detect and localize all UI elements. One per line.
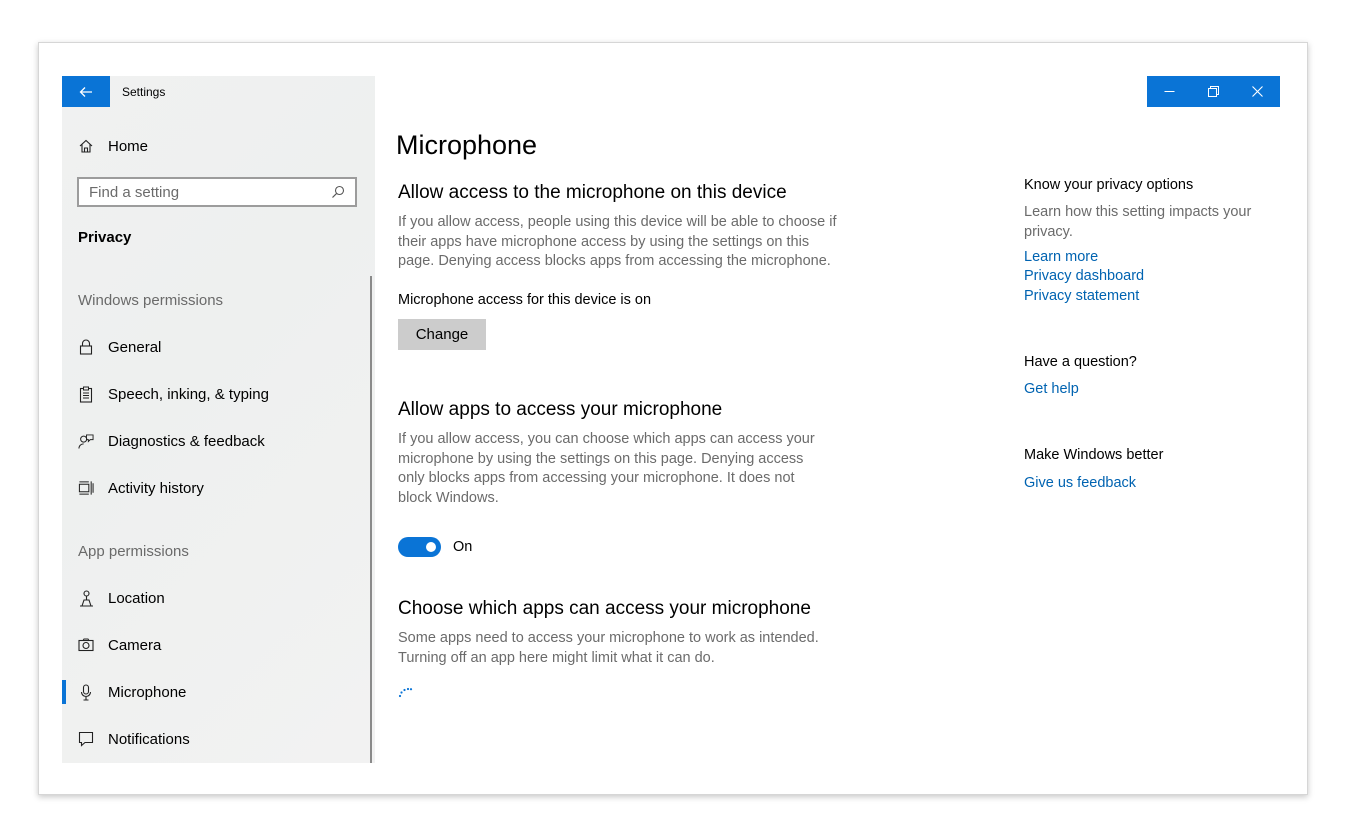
question-heading: Have a question? (1024, 354, 1137, 370)
make-windows-better-heading: Make Windows better (1024, 447, 1164, 463)
group-label-windows-permissions: Windows permissions (78, 292, 224, 309)
loading-spinner-icon (398, 685, 414, 704)
sidebar-item-label: Microphone (108, 683, 187, 701)
close-icon (1252, 86, 1264, 97)
privacy-statement-link[interactable]: Privacy statement (1024, 288, 1139, 304)
arrow-left-icon (79, 86, 92, 97)
close-button[interactable] (1236, 76, 1280, 107)
app-access-heading: Allow apps to access your microphone (398, 399, 723, 420)
window-controls (1147, 76, 1280, 107)
search-placeholder: Find a setting (89, 183, 180, 201)
toggle-state-label: On (453, 539, 473, 555)
sidebar-item-label: Speech, inking, & typing (108, 385, 269, 403)
choose-apps-description: Some apps need to access your microphone… (398, 630, 819, 666)
sidebar-item-microphone[interactable]: Microphone (78, 683, 186, 701)
sidebar-item-diagnostics[interactable]: Diagnostics & feedback (78, 432, 265, 450)
toggle-knob (426, 542, 436, 552)
privacy-options-description: Learn how this setting impacts your priv… (1024, 204, 1252, 240)
clipboard-icon (78, 385, 94, 403)
app-access-description: If you allow access, you can choose whic… (398, 431, 815, 507)
sidebar-item-label: Diagnostics & feedback (108, 432, 265, 450)
sidebar-item-general[interactable]: General (78, 338, 161, 356)
section-title-privacy: Privacy (78, 229, 132, 246)
home-icon (78, 137, 94, 155)
timeline-icon (78, 479, 94, 497)
sidebar-item-notifications[interactable]: Notifications (78, 730, 190, 748)
location-person-icon (78, 589, 94, 607)
restore-icon (1207, 86, 1219, 97)
choose-apps-heading: Choose which apps can access your microp… (398, 598, 811, 619)
app-access-toggle[interactable] (398, 537, 441, 557)
device-access-description: If you allow access, people using this d… (398, 214, 837, 270)
minimize-icon (1164, 91, 1175, 92)
learn-more-link[interactable]: Learn more (1024, 249, 1098, 265)
sidebar-scrollbar[interactable] (370, 276, 372, 763)
page-title: Microphone (396, 130, 538, 160)
device-access-heading: Allow access to the microphone on this d… (398, 182, 787, 203)
app-title: Settings (122, 85, 166, 99)
change-button[interactable]: Change (398, 319, 486, 350)
restore-button[interactable] (1191, 76, 1235, 107)
privacy-options-heading: Know your privacy options (1024, 177, 1194, 193)
sidebar-item-label: Home (108, 137, 149, 155)
sidebar-item-speech[interactable]: Speech, inking, & typing (78, 385, 269, 403)
camera-icon (78, 636, 94, 654)
chat-bubble-icon (78, 730, 94, 748)
microphone-icon (78, 683, 94, 701)
device-access-status: Microphone access for this device is on (398, 292, 652, 308)
privacy-dashboard-link[interactable]: Privacy dashboard (1024, 268, 1144, 284)
sidebar-item-home[interactable]: Home (78, 137, 148, 155)
give-feedback-link[interactable]: Give us feedback (1024, 475, 1136, 491)
person-feedback-icon (78, 432, 94, 450)
sidebar-item-label: General (108, 338, 162, 356)
get-help-link[interactable]: Get help (1024, 381, 1079, 397)
lock-icon (78, 338, 94, 356)
sidebar-item-label: Notifications (108, 730, 190, 748)
selected-indicator (62, 680, 66, 704)
sidebar-item-location[interactable]: Location (78, 589, 165, 607)
search-icon (332, 185, 345, 198)
group-label-app-permissions: App permissions (78, 543, 189, 560)
sidebar-item-camera[interactable]: Camera (78, 636, 161, 654)
sidebar-item-label: Location (108, 589, 165, 607)
search-input[interactable]: Find a setting (77, 177, 357, 207)
sidebar-item-label: Activity history (108, 479, 204, 497)
sidebar-item-label: Camera (108, 636, 162, 654)
minimize-button[interactable] (1147, 76, 1191, 107)
back-button[interactable] (62, 76, 110, 107)
sidebar-item-activity-history[interactable]: Activity history (78, 479, 204, 497)
